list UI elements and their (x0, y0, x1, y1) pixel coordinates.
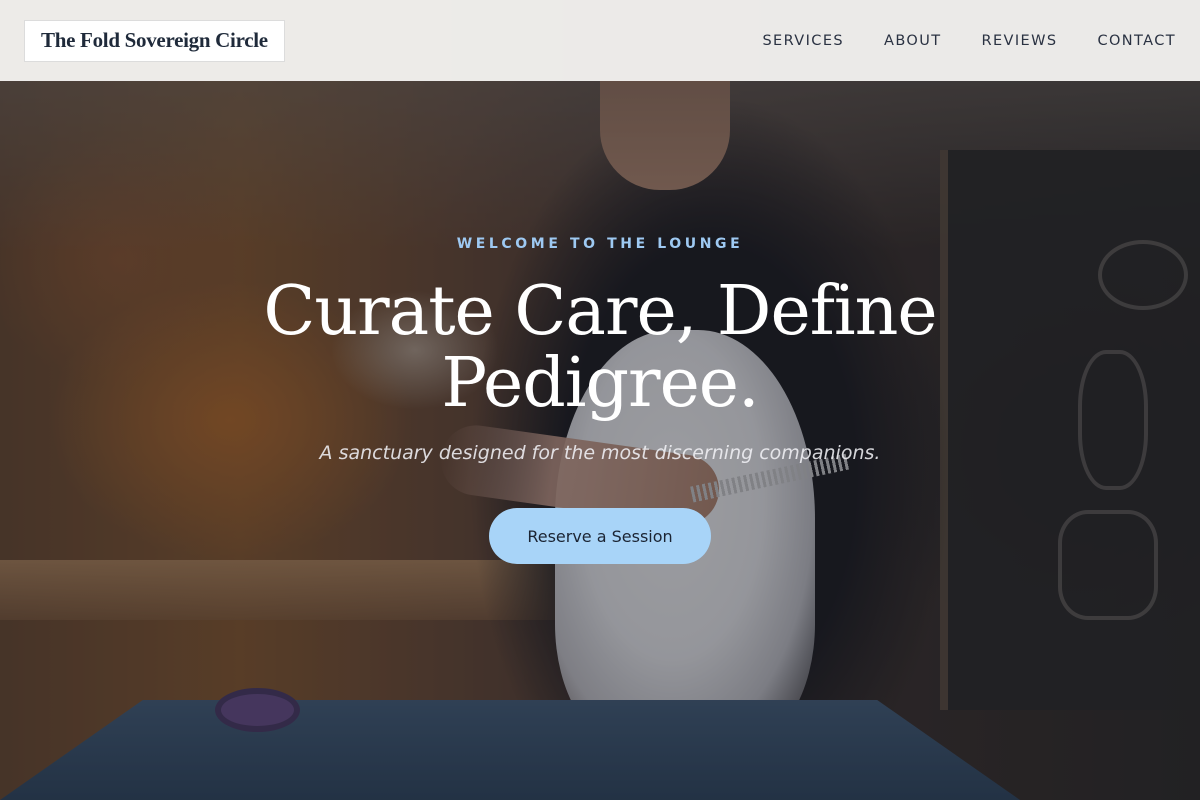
reserve-session-button[interactable]: Reserve a Session (489, 508, 711, 564)
hero-eyebrow: WELCOME TO THE LOUNGE (456, 236, 744, 252)
hero-section: WELCOME TO THE LOUNGE Curate Care, Defin… (0, 0, 1200, 800)
hero-headline: Curate Care, Define Pedigree. (263, 272, 937, 423)
hero-subhead: A sanctuary designed for the most discer… (319, 442, 881, 464)
